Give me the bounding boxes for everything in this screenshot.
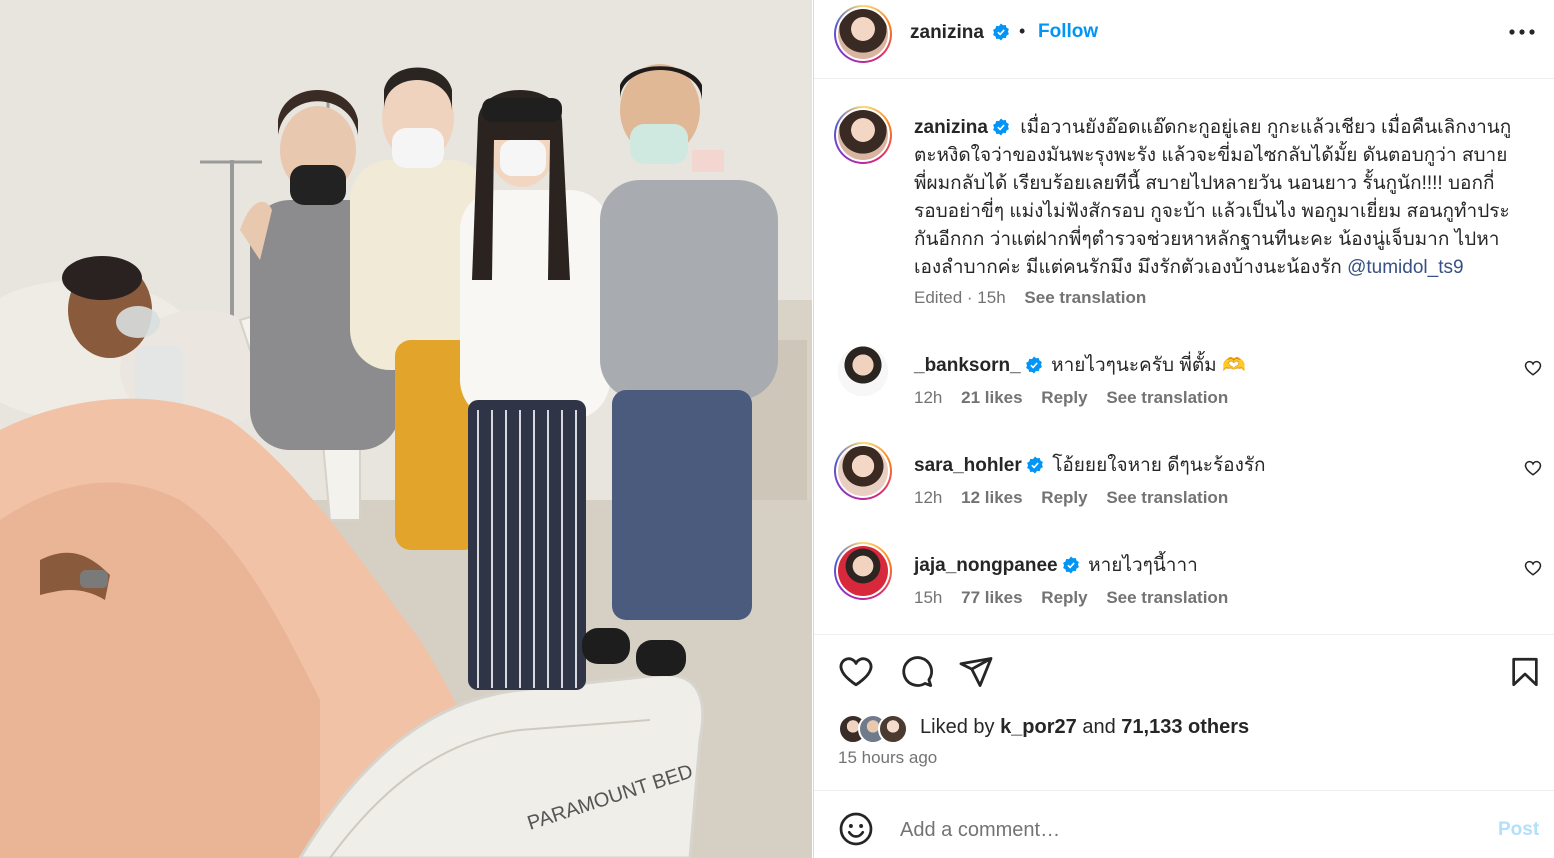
liked-by-user[interactable]: k_por27: [1000, 716, 1077, 738]
comment-time: 15h: [914, 588, 943, 607]
add-comment-bar: Post: [814, 791, 1554, 858]
header-divider: [814, 78, 1554, 79]
hospital-visit-photo: PARAMOUNT BED: [0, 0, 812, 858]
comment-like-heart-icon[interactable]: [1524, 359, 1542, 377]
author-username[interactable]: zanizina: [910, 22, 984, 44]
comment-icon[interactable]: [898, 654, 934, 690]
comment-like-heart-icon[interactable]: [1524, 459, 1542, 477]
post-detail-panel: zanizina • Follow zanizina เมื่อวานยังอ๊…: [813, 0, 1554, 858]
comment-like-heart-icon[interactable]: [1524, 559, 1542, 577]
likes-row: Liked by k_por27 and 71,133 others: [838, 712, 1538, 744]
bookmark-icon[interactable]: [1508, 654, 1542, 690]
follow-button[interactable]: Follow: [1038, 21, 1098, 43]
mention-link[interactable]: @tumidol_ts9: [1347, 257, 1463, 278]
verified-badge-icon: [993, 118, 1009, 136]
edited-time: Edited · 15h: [914, 288, 1006, 307]
comment-reply[interactable]: Reply: [1041, 588, 1087, 607]
comment-text: หายไวๆนี้าาา: [1088, 555, 1198, 576]
comment-likes[interactable]: 21 likes: [961, 388, 1022, 407]
caption-see-translation[interactable]: See translation: [1024, 288, 1146, 307]
post-photo[interactable]: PARAMOUNT BED: [0, 0, 812, 858]
comment-avatar[interactable]: [838, 346, 888, 396]
comment-likes[interactable]: 77 likes: [961, 588, 1022, 607]
comment-item: sara_hohler โอ้ยยยใจหาย ดีๆนะร้องรัก 12h…: [814, 442, 1554, 522]
comment-item: _banksorn_ หายไวๆนะครับ พี่ตั้ม 🫶 12h 21…: [814, 342, 1554, 422]
liked-by-prefix: Liked by: [920, 716, 1001, 738]
comment-username[interactable]: sara_hohler: [914, 455, 1022, 476]
header-dot: •: [1019, 21, 1026, 41]
comment-see-translation[interactable]: See translation: [1106, 488, 1228, 507]
comment-time: 12h: [914, 388, 943, 407]
more-options-icon[interactable]: [1508, 22, 1536, 42]
caption-username[interactable]: zanizina: [914, 117, 988, 138]
caption-line: ตะหงิดใจว่าของมันพะรุงพะรัง แล้วจะขี่มอไ…: [914, 145, 1508, 166]
comment-item: jaja_nongpanee หายไวๆนี้าาา 15h 77 likes…: [814, 542, 1554, 622]
author-avatar[interactable]: [834, 5, 892, 63]
verified-badge-icon: [993, 23, 1009, 41]
post-header: zanizina • Follow: [814, 0, 1554, 78]
comment-see-translation[interactable]: See translation: [1106, 588, 1228, 607]
liker-avatar[interactable]: [878, 714, 908, 744]
caption-text: zanizina เมื่อวานยังอ๊อดแอ๊ดกะกูอยู่เลย …: [914, 114, 1544, 282]
verified-badge-icon: [1062, 556, 1079, 574]
caption-line: เองลำบากค่ะ มีแต่คนรักมึง มึงรักตัวเองบ้…: [914, 257, 1348, 278]
verified-badge-icon: [1025, 356, 1042, 374]
caption-line: รอบอย่าขี่ๆ แม่งไม่ฟังสักรอบ กูจะบ้า แล้…: [914, 201, 1510, 222]
liked-by-and: and: [1076, 716, 1122, 738]
comment-meta: 15h 77 likes Reply See translation: [914, 588, 1228, 608]
add-comment-input[interactable]: [898, 815, 1462, 845]
comment-likes[interactable]: 12 likes: [961, 488, 1022, 507]
caption-line: กันอีกกก ว่าแต่ฝากพี่ๆตำรวจช่วยหาหลักฐาน…: [914, 229, 1500, 250]
comment-username[interactable]: jaja_nongpanee: [914, 555, 1058, 576]
comment-avatar[interactable]: [834, 542, 892, 600]
comment-meta: 12h 12 likes Reply See translation: [914, 488, 1228, 508]
comment-text: โอ้ยยยใจหาย ดีๆนะร้องรัก: [1052, 455, 1266, 476]
post-comment-button[interactable]: Post: [1498, 819, 1539, 841]
comment-reply[interactable]: Reply: [1041, 488, 1087, 507]
comment-reply[interactable]: Reply: [1041, 388, 1087, 407]
caption-avatar[interactable]: [834, 106, 892, 164]
comment-meta: 12h 21 likes Reply See translation: [914, 388, 1228, 408]
comment-time: 12h: [914, 488, 943, 507]
comment-text: หายไวๆนะครับ พี่ตั้ม 🫶: [1051, 355, 1246, 376]
caption-block: zanizina เมื่อวานยังอ๊อดแอ๊ดกะกูอยู่เลย …: [814, 100, 1554, 320]
liked-by-others[interactable]: 71,133 others: [1121, 716, 1249, 738]
caption-line: เมื่อวานยังอ๊อดแอ๊ดกะกูอยู่เลย กูกะแล้วเ…: [1020, 117, 1512, 138]
share-icon[interactable]: [958, 654, 994, 690]
emoji-icon[interactable]: [838, 811, 874, 847]
comment-avatar[interactable]: [834, 442, 892, 500]
heart-icon[interactable]: [838, 654, 874, 690]
actions-divider: [814, 634, 1554, 635]
caption-meta: Edited · 15h See translation: [914, 288, 1146, 308]
post-timestamp[interactable]: 15 hours ago: [838, 748, 937, 768]
verified-badge-icon: [1026, 456, 1043, 474]
action-bar: [814, 650, 1554, 694]
caption-line: พี่ผมกลับได้ เรียบร้อยเลยทีนี้ สบายไปหลา…: [914, 173, 1495, 194]
comment-see-translation[interactable]: See translation: [1106, 388, 1228, 407]
comment-username[interactable]: _banksorn_: [914, 355, 1021, 376]
